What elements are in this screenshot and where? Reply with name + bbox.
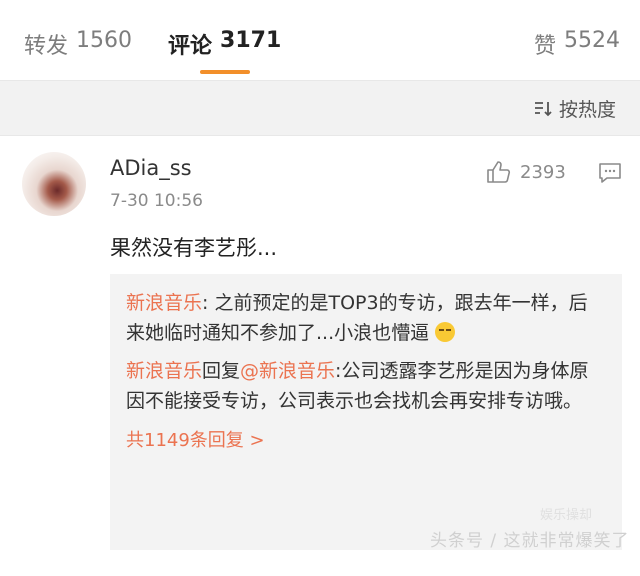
like-count: 2393 <box>520 161 566 183</box>
sort-by-hot-button[interactable]: 按热度 <box>533 95 616 122</box>
tab-like[interactable]: 赞 5524 <box>534 28 620 60</box>
reply-item: 新浪音乐: 之前预定的是TOP3的专访，跟去年一样，后来她临时通知不参加了...… <box>126 288 606 348</box>
reply-mid: 回复 <box>202 360 241 382</box>
tab-comment-count: 3171 <box>220 28 282 53</box>
tab-repost-label: 转发 <box>24 34 69 59</box>
reply-author[interactable]: 新浪音乐 <box>126 360 202 382</box>
comment-username[interactable]: ADia_ss <box>110 156 192 180</box>
tab-like-label: 赞 <box>533 34 556 59</box>
tab-comment-label: 评论 <box>168 34 213 59</box>
like-button[interactable]: 2393 <box>486 160 566 184</box>
reply-icon[interactable] <box>598 162 622 184</box>
avatar[interactable] <box>22 152 86 216</box>
sort-bar: 按热度 <box>0 80 640 136</box>
sort-icon <box>534 101 552 116</box>
tab-bar: 转发 1560 评论 3171 赞 5524 <box>0 0 640 80</box>
more-replies-link[interactable]: 共1149条回复 > <box>126 426 606 452</box>
tab-comment[interactable]: 评论 3171 <box>168 28 281 60</box>
tab-repost[interactable]: 转发 1560 <box>24 28 132 60</box>
watermark-small: 娱乐操却 <box>540 508 593 523</box>
sleepy-face-emoji-icon <box>435 322 456 342</box>
tab-repost-count: 1560 <box>76 28 133 53</box>
reply-mention[interactable]: @新浪音乐 <box>240 360 335 382</box>
sort-label: 按热度 <box>558 99 616 121</box>
thumbs-up-icon <box>487 161 511 183</box>
tab-like-count: 5524 <box>564 28 620 53</box>
reply-author[interactable]: 新浪音乐 <box>126 292 202 314</box>
comment-text: 果然没有李艺彤... <box>110 236 278 260</box>
comment-timestamp: 7-30 10:56 <box>110 191 203 211</box>
active-tab-indicator <box>200 70 250 74</box>
watermark: 头条号 / 这就非常爆笑了 <box>430 531 630 551</box>
reply-item: 新浪音乐回复@新浪音乐:公司透露李艺彤是因为身体原因不能接受专访，公司表示也会找… <box>126 356 606 416</box>
reply-separator: : <box>202 292 215 314</box>
